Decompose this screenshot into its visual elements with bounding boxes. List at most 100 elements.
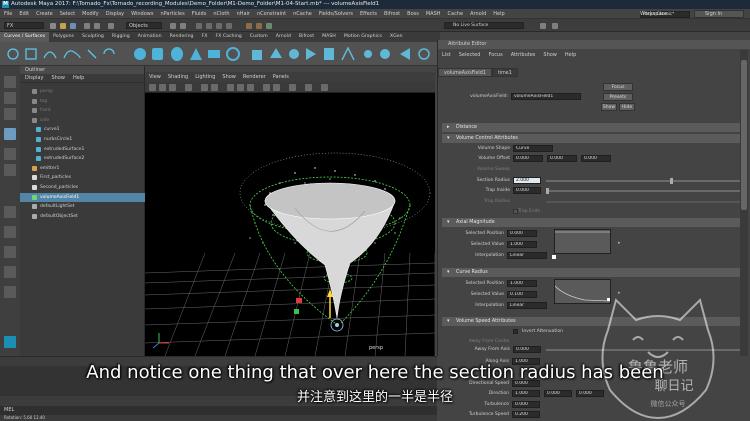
viewport-menu-renderer[interactable]: Renderer <box>243 72 266 82</box>
wireframe-icon[interactable] <box>227 84 234 91</box>
scrollbar-thumb[interactable] <box>741 60 747 210</box>
section-radius-slider[interactable] <box>546 180 741 182</box>
ipr-render-icon[interactable] <box>256 23 262 29</box>
volume-shape-dropdown[interactable]: Curve <box>513 145 553 152</box>
save-scene-icon[interactable] <box>70 23 76 29</box>
new-scene-icon[interactable] <box>50 23 56 29</box>
invert-attenuation-checkbox[interactable] <box>513 329 518 334</box>
menu-set-dropdown[interactable]: FX <box>4 22 44 29</box>
ae-menu-attributes[interactable]: Attributes <box>511 51 536 60</box>
shadows-icon[interactable] <box>273 84 280 91</box>
shelf-tab-custom[interactable]: Custom <box>246 32 272 42</box>
axial-selected-position-field[interactable]: 0.000 <box>507 230 537 237</box>
xray-icon[interactable] <box>289 84 296 91</box>
axial-selected-value-field[interactable]: 1.000 <box>507 241 537 248</box>
live-surface-field[interactable]: No Live Surface <box>444 22 524 29</box>
menu-nparticles[interactable]: nParticles <box>160 9 184 19</box>
workspace-selector[interactable]: Workspace : Maya Classic* <box>640 10 690 18</box>
menu-display[interactable]: Display <box>106 9 124 19</box>
outliner-item[interactable]: Second_particles <box>20 183 145 192</box>
outliner-item[interactable]: nurbsCircle1 <box>20 135 145 144</box>
snap-curve-icon[interactable] <box>206 23 212 29</box>
viewport-menu-shading[interactable]: Shading <box>168 72 188 82</box>
menu-help[interactable]: Help <box>493 9 504 19</box>
shelf-tab-fx[interactable]: FX <box>198 32 212 42</box>
outliner-item[interactable]: front <box>20 106 145 115</box>
menu-effects[interactable]: Effects <box>360 9 377 19</box>
section-axial-magnitude[interactable]: ▾ Axial Magnitude <box>442 218 747 227</box>
outliner-item[interactable]: side <box>20 116 145 125</box>
axial-ramp-marker[interactable] <box>552 255 556 259</box>
shelf-tab-motion-graphics[interactable]: Motion Graphics <box>340 32 386 42</box>
four-view-icon[interactable] <box>4 226 16 238</box>
select-by-type-icon[interactable] <box>170 23 176 29</box>
outliner-menu-show[interactable]: Show <box>51 74 65 82</box>
tab-volumeaxisfield1[interactable]: volumeAxisField1 <box>438 68 492 77</box>
ae-menu-show[interactable]: Show <box>543 51 557 60</box>
outliner-item[interactable]: top <box>20 97 145 106</box>
ae-menu-help[interactable]: Help <box>565 51 576 60</box>
selection-mask-dropdown[interactable]: Objects <box>126 22 162 29</box>
outliner-item[interactable]: First_particles <box>20 173 145 182</box>
outliner-item[interactable]: volumeAxisField1 <box>20 192 145 202</box>
shelf-tab-animation[interactable]: Animation <box>134 32 166 42</box>
curve-interpolation-dropdown[interactable]: Linear <box>507 302 547 309</box>
lights-icon[interactable] <box>263 84 270 91</box>
attribute-editor-scrollbar[interactable] <box>740 50 748 356</box>
shelf-tab-curves-surfaces[interactable]: Curves / Surfaces <box>0 32 50 42</box>
shelf-tab-bifrost[interactable]: Bifrost <box>295 32 318 42</box>
select-by-component-icon[interactable] <box>180 23 186 29</box>
volume-offset-z[interactable]: 0.000 <box>581 155 611 162</box>
away-from-axis-field[interactable]: 0.000 <box>513 346 541 353</box>
redo-icon[interactable] <box>94 23 100 29</box>
smooth-shade-icon[interactable] <box>237 84 244 91</box>
outliner-item[interactable]: emitter1 <box>20 164 145 173</box>
menu-arnold[interactable]: Arnold <box>470 9 486 19</box>
volume-offset-y[interactable]: 0.000 <box>547 155 577 162</box>
menu-ncloth[interactable]: nCloth <box>213 9 229 19</box>
outliner-item[interactable]: defaultLightSet <box>20 202 145 211</box>
textured-icon[interactable] <box>247 84 254 91</box>
menu-modify[interactable]: Modify <box>82 9 99 19</box>
shelf-tab-arnold[interactable]: Arnold <box>272 32 295 42</box>
outliner-item[interactable]: extrudedSurface1 <box>20 145 145 154</box>
menu-fluids[interactable]: Fluids <box>192 9 207 19</box>
modeling-toolkit-icon[interactable] <box>540 23 546 29</box>
sign-in-button[interactable]: Sign In <box>694 10 744 18</box>
scale-tool-icon[interactable] <box>4 164 16 176</box>
outliner-item[interactable]: persp <box>20 87 145 96</box>
menu-ncache[interactable]: nCache <box>293 9 312 19</box>
menu-bifrost[interactable]: Bifrost <box>384 9 400 19</box>
trap-inside-slider-handle[interactable] <box>546 188 549 194</box>
axial-interpolation-dropdown[interactable]: Linear <box>507 252 547 259</box>
menu-create[interactable]: Create <box>36 9 53 19</box>
render-settings-icon[interactable] <box>266 23 272 29</box>
menu-file[interactable]: File <box>4 9 12 19</box>
presets-button[interactable]: Presets <box>603 93 633 101</box>
outliner-item[interactable]: defaultObjectSet <box>20 212 145 221</box>
outliner-menu-help[interactable]: Help <box>73 74 84 82</box>
snap-point-icon[interactable] <box>216 23 222 29</box>
section-curve-radius[interactable]: ▾ Curve Radius <box>442 268 747 277</box>
move-tool-icon[interactable] <box>4 128 16 140</box>
undo-icon[interactable] <box>84 23 90 29</box>
ae-menu-selected[interactable]: Selected <box>459 51 481 60</box>
turbulence-speed-field[interactable]: 0.200 <box>512 411 540 418</box>
hide-button[interactable]: Hide <box>619 103 635 111</box>
menu-cache[interactable]: Cache <box>448 9 464 19</box>
open-scene-icon[interactable] <box>60 23 66 29</box>
section-radius-field[interactable]: 2.000 <box>513 177 541 184</box>
shelf-tab-rigging[interactable]: Rigging <box>108 32 134 42</box>
outliner-item[interactable]: curve1 <box>20 125 145 134</box>
menu-edit[interactable]: Edit <box>19 9 29 19</box>
camera-select-icon[interactable] <box>149 84 156 91</box>
viewport-menu-panels[interactable]: Panels <box>273 72 289 82</box>
channel-box-icon[interactable] <box>552 23 558 29</box>
rotate-tool-icon[interactable] <box>4 148 16 160</box>
menu-fields-solvers[interactable]: Fields/Solvers <box>319 9 353 19</box>
menu-windows[interactable]: Windows <box>131 9 153 19</box>
shelf-tab-polygons[interactable]: Polygons <box>49 32 78 42</box>
section-distance[interactable]: ▸ Distance <box>442 123 747 132</box>
expand-ramp-icon[interactable]: ▸ <box>618 240 623 246</box>
menu-select[interactable]: Select <box>60 9 75 19</box>
